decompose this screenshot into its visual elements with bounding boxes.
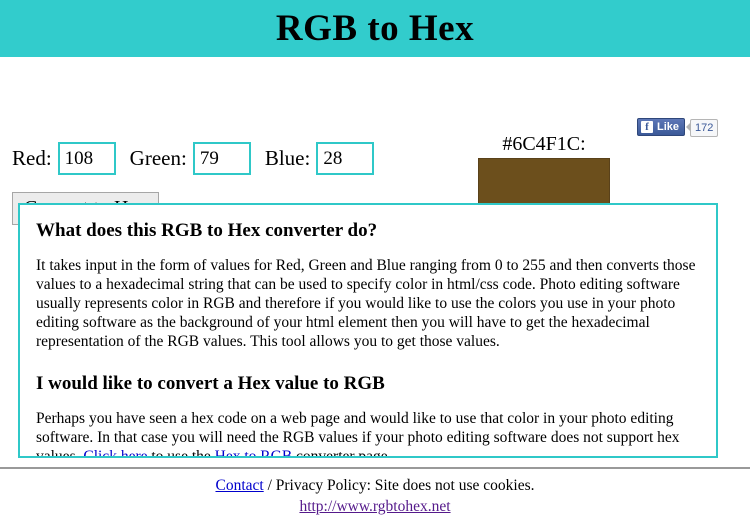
info-heading-two: I would like to convert a Hex value to R… [36, 373, 385, 394]
facebook-like-count: 172 [690, 118, 719, 137]
hex-result-value: #6C4F1C: [502, 133, 586, 155]
converter-section: f Like 172 Red: Green: Blue: Convert to … [0, 57, 750, 237]
facebook-f-icon: f [641, 121, 653, 133]
info-paragraph-two-text-b: to use the [147, 448, 215, 458]
privacy-policy-text: / Privacy Policy: Site does not use cook… [263, 477, 535, 494]
rgb-inputs-row: Red: Green: Blue: [12, 142, 375, 175]
contact-link[interactable]: Contact [215, 477, 263, 494]
blue-input[interactable] [316, 142, 375, 175]
site-url-link[interactable]: http://www.rgbtohex.net [299, 498, 450, 515]
info-paragraph-two: Perhaps you have seen a hex code on a we… [36, 409, 700, 458]
green-label: Green: [129, 146, 187, 170]
footer-line-two: http://www.rgbtohex.net [0, 496, 750, 517]
info-paragraph-two-text-c: converter page. [292, 448, 392, 458]
facebook-like-label: Like [657, 121, 680, 133]
facebook-like-widget[interactable]: f Like 172 [637, 117, 719, 137]
callout-arrow-icon [686, 122, 691, 131]
hex-to-rgb-link[interactable]: Hex to RGB [215, 448, 293, 456]
red-input[interactable] [57, 142, 116, 175]
click-here-link[interactable]: Click here [83, 448, 147, 456]
facebook-like-button[interactable]: f Like [637, 118, 686, 136]
red-label: Red: [12, 146, 52, 170]
info-panel: What does this RGB to Hex converter do? … [18, 203, 718, 458]
site-header: RGB to Hex [0, 0, 750, 57]
footer-line-one: Contact / Privacy Policy: Site does not … [0, 475, 750, 496]
footer-divider [0, 467, 750, 469]
site-footer: Contact / Privacy Policy: Site does not … [0, 475, 750, 517]
facebook-like-count-wrap: 172 [686, 118, 719, 137]
page-title: RGB to Hex [275, 7, 475, 49]
info-heading-one: What does this RGB to Hex converter do? [36, 220, 378, 241]
green-input[interactable] [192, 142, 251, 175]
info-paragraph-one: It takes input in the form of values for… [36, 257, 696, 350]
blue-label: Blue: [264, 146, 311, 170]
